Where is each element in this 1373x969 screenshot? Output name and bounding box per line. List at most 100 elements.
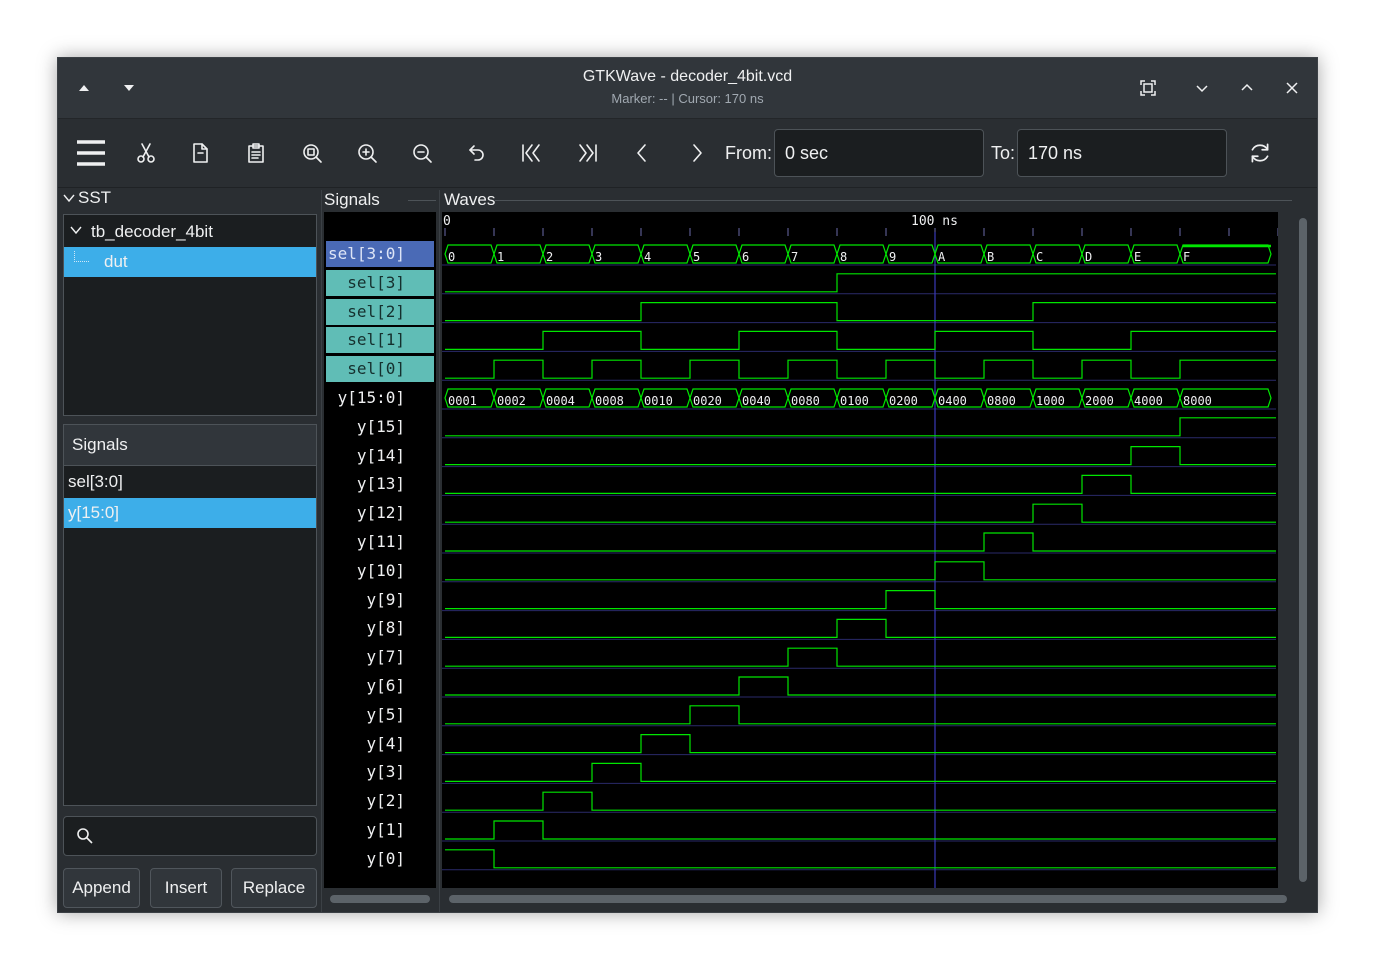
signal-name-y-6[interactable]: y[6] xyxy=(326,673,434,699)
signal-name-y-8[interactable]: y[8] xyxy=(326,615,434,641)
copy-icon[interactable] xyxy=(183,135,219,171)
sel-bus-value-label: 6 xyxy=(742,250,749,264)
signal-name-y-1[interactable]: y[1] xyxy=(326,817,434,843)
y-bus-value-label: 0100 xyxy=(840,394,869,408)
replace-button[interactable]: Replace xyxy=(231,868,317,908)
signal-name-y-4[interactable]: y[4] xyxy=(326,731,434,757)
y11-waveform xyxy=(445,532,1276,552)
tree-item-dut[interactable]: dut xyxy=(64,247,316,277)
pane-divider[interactable] xyxy=(439,190,440,912)
y-bus-value-label: 0800 xyxy=(987,394,1016,408)
waves-canvas[interactable]: 0 100 ns 0 1 2 3 4 5 6 7 8 9 A B C D E F 0001 0002 0004 0008 0… xyxy=(442,212,1278,888)
signal-name-y-3[interactable]: y[3] xyxy=(326,759,434,785)
y-bus-value-label: 1000 xyxy=(1036,394,1065,408)
y12-waveform xyxy=(445,503,1276,523)
search-icon xyxy=(76,827,94,849)
sel-bus-value-label: 0 xyxy=(448,250,455,264)
y-bus-value-label: 0004 xyxy=(546,394,575,408)
signal-item-y[interactable]: y[15:0] xyxy=(64,498,316,528)
signal-item-sel[interactable]: sel[3:0] xyxy=(64,467,316,497)
y7-waveform xyxy=(445,647,1276,667)
signal-name-y-0[interactable]: y[0] xyxy=(326,846,434,872)
signals-list-header: Signals xyxy=(64,425,316,466)
window-title: GTKWave - decoder_4bit.vcd xyxy=(582,68,793,85)
toolbar: From: 0 sec To: 170 ns xyxy=(58,119,1317,188)
tree-item-tb-decoder-4bit[interactable]: tb_decoder_4bit xyxy=(64,217,316,247)
waves-horizontal-scrollbar[interactable] xyxy=(449,895,1287,903)
y-bus-value-label: 2000 xyxy=(1085,394,1114,408)
sst-label: SST xyxy=(78,188,112,207)
signal-name-y-14[interactable]: y[14] xyxy=(326,443,434,469)
sst-tree: tb_decoder_4bit dut xyxy=(63,214,317,416)
signals-scrollbar[interactable] xyxy=(330,895,430,903)
waves-pane-label: Waves xyxy=(444,190,496,209)
fullscreen-icon[interactable] xyxy=(1132,72,1164,104)
insert-button[interactable]: Insert xyxy=(150,868,222,908)
jump-end-icon[interactable] xyxy=(570,135,606,171)
signal-name-sel-1[interactable]: sel[1] xyxy=(326,327,434,354)
signal-name-y-15-0[interactable]: y[15:0] xyxy=(326,385,434,411)
y-bus-value-label: 0020 xyxy=(693,394,722,408)
chevron-down-icon[interactable] xyxy=(64,222,91,242)
signal-name-y-5[interactable]: y[5] xyxy=(326,702,434,728)
y14-waveform xyxy=(445,446,1276,466)
y-bus-value-label: 0200 xyxy=(889,394,918,408)
window-subtitle: Marker: -- | Cursor: 170 ns xyxy=(611,91,764,106)
from-input[interactable]: 0 sec xyxy=(774,129,984,177)
search-input[interactable] xyxy=(63,816,317,856)
y0-waveform xyxy=(445,849,1276,869)
signal-names-pane: sel[3:0] sel[3] sel[2] sel[1] sel[0] y[15:0] y… xyxy=(324,212,436,888)
y1-waveform xyxy=(445,820,1276,840)
tree-item-label: tb_decoder_4bit xyxy=(91,222,213,241)
menu-icon[interactable] xyxy=(73,135,109,171)
pane-divider[interactable] xyxy=(321,190,322,912)
sel2-waveform xyxy=(445,302,1276,322)
signal-name-sel-2[interactable]: sel[2] xyxy=(326,298,434,325)
signal-name-y-10[interactable]: y[10] xyxy=(326,558,434,584)
signal-name-y-15[interactable]: y[15] xyxy=(326,414,434,440)
y2-waveform xyxy=(445,791,1276,811)
undo-icon[interactable] xyxy=(459,135,495,171)
to-input[interactable]: 170 ns xyxy=(1017,129,1227,177)
title-bar: GTKWave - decoder_4bit.vcd Marker: -- | … xyxy=(58,58,1317,119)
signal-name-y-11[interactable]: y[11] xyxy=(326,529,434,555)
frame-line xyxy=(495,200,1292,201)
y-bus-value-label: 0010 xyxy=(644,394,673,408)
signal-item-label: sel[3:0] xyxy=(68,472,123,491)
tree-item-label: dut xyxy=(104,252,128,271)
signal-name-y-2[interactable]: y[2] xyxy=(326,788,434,814)
y5-waveform xyxy=(445,705,1276,725)
signal-name-sel-0[interactable]: sel[0] xyxy=(326,356,434,383)
waves-vertical-scrollbar[interactable] xyxy=(1299,218,1307,882)
sel-bus-segment xyxy=(1179,244,1272,264)
reload-icon[interactable] xyxy=(1242,135,1278,171)
sel-bus-value-label: 3 xyxy=(595,250,602,264)
zoom-out-icon[interactable] xyxy=(404,135,440,171)
signal-item-label: y[15:0] xyxy=(68,503,120,522)
close-icon[interactable] xyxy=(1276,72,1308,104)
append-button[interactable]: Append xyxy=(63,868,140,908)
signal-name-y-9[interactable]: y[9] xyxy=(326,587,434,613)
signal-name-y-7[interactable]: y[7] xyxy=(326,644,434,670)
y4-waveform xyxy=(445,734,1276,754)
sst-collapse-icon[interactable] xyxy=(62,190,78,206)
signal-name-y-12[interactable]: y[12] xyxy=(326,500,434,526)
next-icon[interactable] xyxy=(679,135,715,171)
y-bus-value-label: 0400 xyxy=(938,394,967,408)
cut-icon[interactable] xyxy=(128,135,164,171)
zoom-fit-icon[interactable] xyxy=(294,135,330,171)
paste-icon[interactable] xyxy=(238,135,274,171)
minimize-icon[interactable] xyxy=(1186,72,1218,104)
previous-icon[interactable] xyxy=(624,135,660,171)
signal-name-y-13[interactable]: y[13] xyxy=(326,471,434,497)
y-bus-value-label: 0002 xyxy=(497,394,526,408)
y-bus-value-label: 0008 xyxy=(595,394,624,408)
jump-start-icon[interactable] xyxy=(513,135,549,171)
y15-waveform xyxy=(445,417,1276,437)
signal-name-sel-3-0[interactable]: sel[3:0] xyxy=(326,241,434,267)
zoom-in-icon[interactable] xyxy=(349,135,385,171)
signal-name-sel-3[interactable]: sel[3] xyxy=(326,269,434,296)
frame-line xyxy=(408,200,436,201)
maximize-icon[interactable] xyxy=(1231,72,1263,104)
y-bus-value-label: 0040 xyxy=(742,394,771,408)
